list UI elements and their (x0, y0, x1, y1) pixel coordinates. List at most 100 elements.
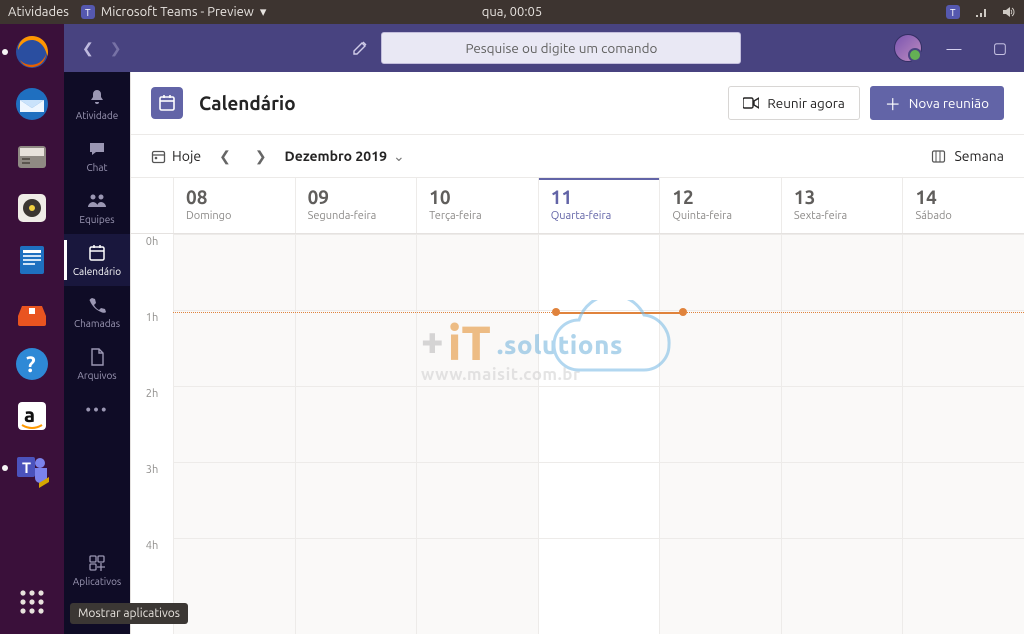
today-button[interactable]: Hoje (151, 148, 201, 164)
nav-label: Calendário (73, 266, 121, 277)
day-header-cell[interactable]: 14 Sábado (902, 178, 1024, 233)
active-app-indicator[interactable]: T Microsoft Teams - Preview ▾ (81, 5, 267, 20)
grid-column[interactable] (416, 234, 538, 634)
view-picker[interactable]: Semana (931, 148, 1004, 164)
launcher-help[interactable]: ? (8, 340, 56, 388)
grid-column[interactable] (295, 234, 417, 634)
network-icon[interactable] (974, 5, 988, 19)
launcher-amazon[interactable]: a (8, 392, 56, 440)
dropdown-caret-icon: ▾ (260, 5, 267, 20)
grid-column[interactable] (173, 234, 295, 634)
window-minimize-button[interactable]: — (940, 40, 968, 57)
plus-icon: ＋ (885, 91, 901, 115)
svg-text:?: ? (26, 352, 36, 377)
day-name: Segunda-feira (308, 210, 405, 222)
nav-label: Chat (87, 162, 108, 173)
nav-apps[interactable]: Aplicativos (64, 544, 130, 596)
hour-line (173, 538, 1024, 539)
new-meeting-button[interactable]: ＋ Nova reunião (870, 86, 1004, 120)
day-name: Quinta-feira (672, 210, 769, 222)
launcher-rhythmbox[interactable] (8, 184, 56, 232)
calendar-header: Calendário Reunir agora ＋ Nova reunião (131, 72, 1024, 134)
launcher-writer[interactable] (8, 236, 56, 284)
launcher-thunderbird[interactable] (8, 80, 56, 128)
day-header-cell[interactable]: 10Terça-feira (416, 178, 538, 233)
more-icon: ••• (87, 400, 107, 420)
grid-column[interactable] (781, 234, 903, 634)
launcher-tooltip: Mostrar aplicativos (70, 603, 188, 624)
day-header-cell[interactable]: 11Quarta-feira (538, 178, 660, 233)
calendar-grid[interactable]: 0h1h2h3h4h + iT .solutions www.maisit.co… (131, 234, 1024, 634)
compose-icon[interactable] (351, 39, 369, 57)
nav-label: Aplicativos (73, 576, 122, 587)
month-picker[interactable]: Dezembro 2019 ⌄ (285, 148, 405, 165)
grid-column[interactable] (538, 234, 660, 634)
nav-files[interactable]: Arquivos (64, 338, 130, 390)
day-number: 12 (672, 186, 769, 208)
activities-button[interactable]: Atividades (8, 5, 69, 19)
hour-line (173, 462, 1024, 463)
chevron-down-icon: ⌄ (393, 148, 405, 165)
nav-calls[interactable]: Chamadas (64, 286, 130, 338)
meet-now-button[interactable]: Reunir agora (728, 86, 859, 120)
day-number: 13 (794, 186, 891, 208)
launcher-firefox[interactable] (8, 28, 56, 76)
hour-line (173, 234, 1024, 235)
window-maximize-button[interactable]: ▢ (986, 39, 1014, 57)
day-header-cell[interactable]: 09 Segunda-feira (295, 178, 417, 233)
svg-text:T: T (950, 7, 956, 18)
teams-left-nav: Atividade Chat Equipes Calendário Chamad… (64, 72, 130, 634)
nav-back-button[interactable]: ❮ (82, 40, 94, 57)
day-header-cell[interactable]: 08 Domingo (173, 178, 295, 233)
launcher-software[interactable] (8, 288, 56, 336)
svg-text:T: T (85, 7, 91, 18)
current-time-dot (552, 308, 560, 316)
grid-column[interactable] (902, 234, 1024, 634)
avatar[interactable] (894, 34, 922, 62)
show-applications-button[interactable] (8, 578, 56, 626)
teams-tray-icon[interactable]: T (946, 5, 960, 19)
active-app-title: Microsoft Teams - Preview (101, 5, 254, 19)
nav-calendar[interactable]: Calendário (64, 234, 130, 286)
hour-line (173, 386, 1024, 387)
prev-week-button[interactable]: ❮ (213, 148, 237, 165)
teams-titlebar: ❮ ❯ Pesquise ou digite um comando — ▢ (64, 24, 1024, 72)
teams-window: ❮ ❯ Pesquise ou digite um comando — ▢ At… (64, 24, 1024, 634)
apps-icon (87, 553, 107, 573)
nav-forward-button[interactable]: ❯ (110, 40, 122, 57)
next-week-button[interactable]: ❯ (249, 148, 273, 165)
day-name: Domingo (186, 210, 283, 222)
day-name: Sábado (915, 210, 1012, 222)
day-name: Quarta-feira (551, 210, 648, 222)
day-name: Sexta-feira (794, 210, 891, 222)
nav-activity[interactable]: Atividade (64, 78, 130, 130)
day-header-row: 08 Domingo 09 Segunda-feira 10Terça-feira11Q… (131, 178, 1024, 234)
grid-column[interactable] (659, 234, 781, 634)
phone-icon (87, 295, 107, 315)
page-title: Calendário (199, 92, 296, 114)
view-label: Semana (954, 148, 1004, 164)
launcher-files[interactable] (8, 132, 56, 180)
current-time-dot (679, 308, 687, 316)
svg-text:a: a (24, 403, 35, 426)
nav-label: Arquivos (77, 370, 116, 381)
day-number: 09 (308, 186, 405, 208)
volume-icon[interactable] (1002, 5, 1016, 19)
search-input[interactable]: Pesquise ou digite um comando (381, 32, 741, 64)
day-number: 08 (186, 186, 283, 208)
day-header-cell[interactable]: 12 Quinta-feira (659, 178, 781, 233)
day-header-cell[interactable]: 13 Sexta-feira (781, 178, 903, 233)
people-icon (87, 191, 107, 211)
launcher-teams[interactable]: T (8, 444, 56, 492)
nav-chat[interactable]: Chat (64, 130, 130, 182)
nav-teams[interactable]: Equipes (64, 182, 130, 234)
day-number: 14 (915, 186, 1012, 208)
svg-text:T: T (22, 459, 31, 476)
nav-more[interactable]: ••• (64, 390, 130, 430)
ubuntu-top-bar: Atividades T Microsoft Teams - Preview ▾… (0, 0, 1024, 24)
month-label: Dezembro 2019 (285, 148, 387, 164)
calendar-icon (87, 243, 107, 263)
button-label: Reunir agora (767, 95, 844, 111)
chat-icon (87, 139, 107, 159)
calendar-header-icon (151, 87, 183, 119)
